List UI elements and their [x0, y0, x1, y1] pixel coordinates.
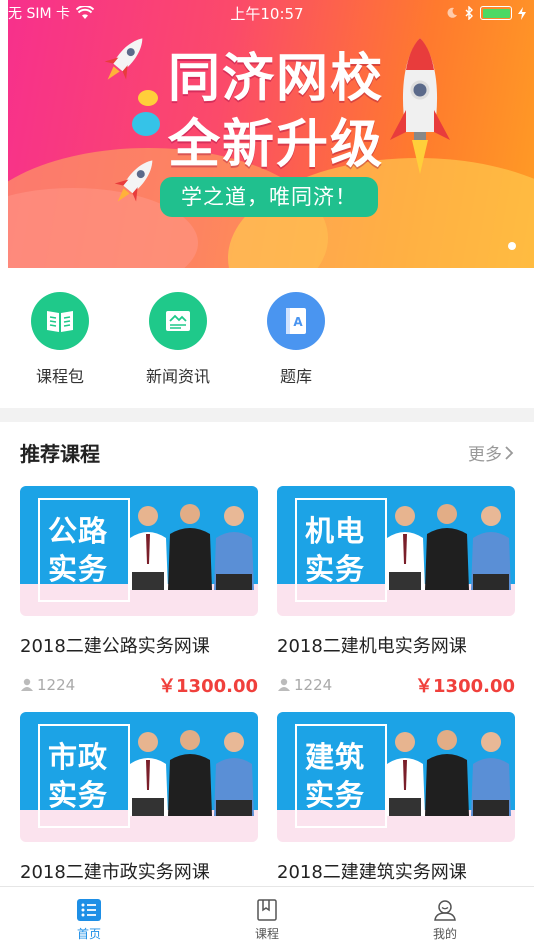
thumb-word: 公路 实务 [48, 514, 109, 586]
decor-shape [132, 90, 160, 136]
tab-courses[interactable]: 课程 [178, 887, 356, 950]
svg-text:A: A [293, 315, 303, 329]
open-book-icon [47, 311, 73, 332]
course-thumbnail: 市政 实务 [20, 712, 258, 842]
teachers-photo [128, 504, 254, 590]
thumb-word: 机电 实务 [305, 514, 366, 586]
moon-icon [447, 7, 457, 18]
teachers-photo [128, 730, 254, 816]
menu-label: 题库 [279, 367, 312, 386]
news-icon [166, 311, 190, 331]
course-price: ￥1300.00 [415, 676, 515, 697]
course-thumbnail: 公路 实务 [20, 486, 258, 616]
teachers-photo [385, 504, 511, 590]
thumb-word: 建筑 实务 [305, 740, 366, 812]
bluetooth-icon [465, 6, 473, 20]
more-label: 更多 [468, 445, 502, 465]
enroll-count: 1224 [277, 676, 332, 694]
home-list-icon [77, 899, 101, 921]
status-bar: 无 SIM 卡 上午10:57 [0, 0, 534, 26]
menu-icon-circle [31, 292, 89, 350]
course-name: 2018二建机电实务网课 [277, 636, 467, 657]
course-price: ￥1300.00 [158, 676, 258, 697]
rocket-icon [104, 38, 143, 80]
quick-menu: 课程包 新闻资讯 A 题库 [0, 268, 534, 408]
wifi-icon [76, 6, 94, 19]
course-card[interactable]: 公路 实务 2018二建公路实务网课 1224 ￥1300.00 [20, 486, 258, 698]
course-card[interactable]: 机电 实务 2018二建机电实务网课 1224 ￥1300.00 [277, 486, 515, 698]
tab-bar: 首页 课程 我的 [0, 886, 534, 950]
tab-mine[interactable]: 我的 [356, 887, 534, 950]
course-name: 2018二建公路实务网课 [20, 636, 210, 657]
menu-label: 课程包 [35, 367, 84, 386]
tab-label: 课程 [254, 927, 279, 941]
book-icon [257, 899, 277, 921]
menu-item-course-package[interactable]: 课程包 [10, 292, 110, 387]
enroll-count: 1224 [20, 676, 75, 694]
recommended-header: 推荐课程 更多 [20, 438, 514, 467]
course-name: 2018二建市政实务网课 [20, 862, 210, 883]
carrier-label: 无 SIM 卡 [8, 6, 70, 22]
question-bank-icon: A [286, 308, 306, 334]
battery-icon [480, 6, 512, 20]
section-title: 推荐课程 [20, 442, 100, 466]
rocket-icon [114, 160, 153, 202]
course-card[interactable]: 建筑 实务 2018二建建筑实务网课 [277, 712, 515, 884]
thumb-word: 市政 实务 [48, 740, 109, 812]
course-thumbnail: 机电 实务 [277, 486, 515, 616]
menu-item-news[interactable]: 新闻资讯 [128, 292, 228, 387]
person-icon [278, 678, 290, 691]
course-thumbnail: 建筑 实务 [277, 712, 515, 842]
person-icon [21, 678, 33, 691]
user-icon [434, 900, 456, 921]
hero-banner[interactable]: 同济网校 全新升级 学之道，唯同济！ [8, 0, 534, 268]
tab-label: 首页 [76, 927, 101, 941]
menu-item-question-bank[interactable]: A 题库 [246, 292, 346, 387]
tab-home[interactable]: 首页 [0, 887, 178, 950]
banner-slogan: 学之道，唯同济！ [160, 177, 378, 217]
menu-icon-circle [149, 292, 207, 350]
course-card[interactable]: 市政 实务 2018二建市政实务网课 [20, 712, 258, 884]
carousel-indicator-dot[interactable] [508, 242, 516, 250]
chevron-right-icon [505, 445, 514, 460]
banner-title-line2: 全新升级 [168, 115, 385, 175]
more-link[interactable]: 更多 [468, 440, 514, 465]
banner-title-line1: 同济网校 [168, 49, 385, 109]
menu-label: 新闻资讯 [145, 367, 210, 386]
teachers-photo [385, 730, 511, 816]
section-divider [0, 408, 534, 422]
tab-label: 我的 [432, 927, 457, 941]
menu-icon-circle: A [267, 292, 325, 350]
charging-icon [518, 6, 526, 20]
rocket-icon [390, 38, 450, 174]
course-name: 2018二建建筑实务网课 [277, 862, 467, 883]
